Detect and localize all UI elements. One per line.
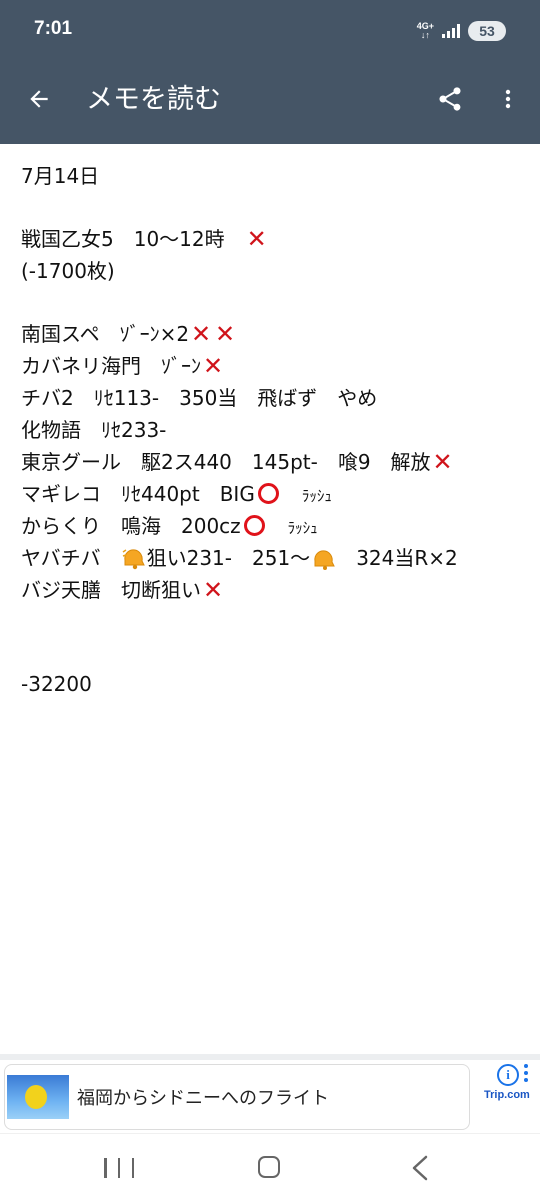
app-bar: メモを読む xyxy=(0,62,540,144)
memo-line-text: 戦国乙女5 10〜12時 xyxy=(21,227,245,251)
memo-line: 東京グール 駆2ス440 145pt- 喰9 解放✕ xyxy=(21,446,521,478)
memo-line-text: カバネリ海門 ｿﾞｰﾝ xyxy=(21,354,201,378)
memo-line-text: からくり 鳴海 200cz xyxy=(21,514,241,538)
page-title: メモを読む xyxy=(86,84,221,115)
ad-brand-logo[interactable]: Trip.com xyxy=(484,1089,530,1101)
signal-strength-icon xyxy=(442,24,460,38)
nav-back-button[interactable] xyxy=(408,1154,432,1182)
memo-line-text: (-1700枚) xyxy=(21,259,115,283)
network-type-indicator: 4G+ ↓↑ xyxy=(417,22,434,40)
ad-info-icon[interactable]: i xyxy=(497,1064,519,1086)
memo-line-text: ヤバチバ xyxy=(21,546,121,570)
memo-line-text: 化物語 ﾘｾ233- xyxy=(21,418,167,442)
ad-headline: 福岡からシドニーへのフライト xyxy=(77,1088,329,1109)
memo-line: 南国スペ ｿﾞｰﾝ×2✕ ✕ xyxy=(21,318,521,350)
ad-more-options-icon[interactable] xyxy=(524,1064,530,1084)
home-button[interactable] xyxy=(258,1156,280,1178)
memo-content: 7月14日 戦国乙女5 10〜12時 ✕ (-1700枚) 南国スペ ｿﾞｰﾝ×… xyxy=(21,160,521,700)
status-bar: 7:01 4G+ ↓↑ 53 xyxy=(0,0,540,62)
cross-mark-icon: ✕ xyxy=(215,320,236,348)
memo-date: 7月14日 xyxy=(21,164,100,188)
share-button[interactable] xyxy=(434,82,466,116)
red-circle-icon xyxy=(243,515,265,536)
cross-mark-icon: ✕ xyxy=(202,352,224,380)
memo-line-text: ﾗｯｼｭ xyxy=(287,519,318,537)
share-icon xyxy=(439,87,461,111)
cross-mark-icon: ✕ xyxy=(202,576,224,604)
bell-icon xyxy=(314,550,335,570)
network-activity-arrows: ↓↑ xyxy=(420,30,430,40)
status-time: 7:01 xyxy=(34,18,73,39)
cross-mark-icon: ✕ xyxy=(246,225,267,253)
cross-mark-icon: ✕ xyxy=(432,448,453,476)
memo-line-text: バジ天膳 切断狙い xyxy=(21,578,201,602)
memo-total: -32200 xyxy=(21,672,92,696)
memo-line: 化物語 ﾘｾ233- xyxy=(21,414,521,446)
ad-divider xyxy=(0,1054,540,1060)
status-icons: 4G+ ↓↑ 53 xyxy=(417,20,506,42)
memo-line: (-1700枚) xyxy=(21,255,521,287)
more-vert-icon xyxy=(505,89,511,109)
ad-thumbnail xyxy=(7,1075,69,1119)
memo-line-text: チバ2 ﾘｾ113- 350当 飛ばず やめ xyxy=(21,386,378,410)
memo-line-text: 狙い231- 251〜 xyxy=(146,546,311,570)
memo-line-text: 南国スペ ｿﾞｰﾝ×2 xyxy=(21,322,190,346)
ad-banner[interactable]: 福岡からシドニーへのフライト xyxy=(4,1064,470,1130)
memo-line: カバネリ海門 ｿﾞｰﾝ✕ xyxy=(21,350,521,382)
red-circle-icon xyxy=(257,483,279,504)
hot-air-balloon-icon xyxy=(25,1085,47,1109)
cross-mark-icon: ✕ xyxy=(191,320,212,348)
memo-line: マギレコ ﾘｾ440pt BIG ﾗｯｼｭ xyxy=(21,478,521,510)
memo-line-text: ﾗｯｼｭ xyxy=(301,487,332,505)
battery-level: 53 xyxy=(479,23,495,39)
memo-line-text: 324当R×2 xyxy=(356,546,458,570)
bell-icon xyxy=(122,549,145,570)
memo-line: ヤバチバ 狙い231- 251〜 324当R×2 xyxy=(21,542,521,574)
recents-button[interactable] xyxy=(104,1156,134,1180)
more-options-button[interactable] xyxy=(496,82,520,116)
system-nav-bar xyxy=(0,1133,540,1201)
memo-line: チバ2 ﾘｾ113- 350当 飛ばず やめ xyxy=(21,382,521,414)
memo-line-text: マギレコ ﾘｾ440pt BIG xyxy=(21,482,255,506)
memo-line-text: 東京グール 駆2ス440 145pt- 喰9 解放 xyxy=(21,450,431,474)
memo-line: からくり 鳴海 200cz ﾗｯｼｭ xyxy=(21,510,521,542)
arrow-back-icon xyxy=(30,90,48,108)
memo-line: バジ天膳 切断狙い✕ xyxy=(21,574,521,606)
memo-line: 戦国乙女5 10〜12時 ✕ xyxy=(21,223,521,255)
battery-indicator: 53 xyxy=(468,21,506,41)
back-button[interactable] xyxy=(22,82,56,116)
